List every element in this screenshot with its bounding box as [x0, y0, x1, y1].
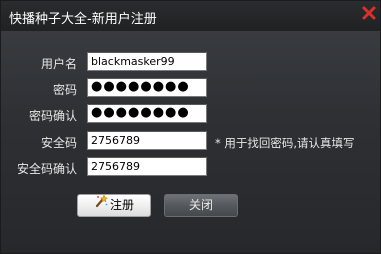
register-dialog: 快播种子大全-新用户注册 用户名 blackmasker99 密码 ●●●●●●… [0, 0, 381, 254]
close-button[interactable]: 关闭 [164, 194, 238, 217]
window-title: 快播种子大全-新用户注册 [9, 12, 157, 27]
title-bar[interactable]: 快播种子大全-新用户注册 [1, 1, 380, 31]
password-input[interactable]: ●●●●●●●● [87, 78, 207, 97]
username-label: 用户名 [40, 57, 77, 71]
security-code-label: 安全码 [40, 136, 77, 150]
register-button-label: 注册 [109, 198, 134, 212]
close-button-label: 关闭 [188, 198, 213, 212]
confirm-security-code-label: 安全码确认 [16, 162, 77, 176]
password-label: 密码 [52, 83, 77, 97]
confirm-security-code-input[interactable]: 2756789 [87, 157, 207, 176]
username-input[interactable]: blackmasker99 [87, 52, 207, 71]
security-code-hint: * 用于找回密码,请认真填写 [215, 136, 355, 150]
confirm-password-label: 密码确认 [28, 109, 77, 123]
confirm-password-input[interactable]: ●●●●●●●● [87, 104, 207, 123]
magic-wand-icon [94, 194, 109, 215]
register-button[interactable]: 注册 [77, 194, 151, 217]
security-code-input[interactable]: 2756789 [87, 131, 207, 150]
close-icon[interactable] [361, 5, 377, 21]
